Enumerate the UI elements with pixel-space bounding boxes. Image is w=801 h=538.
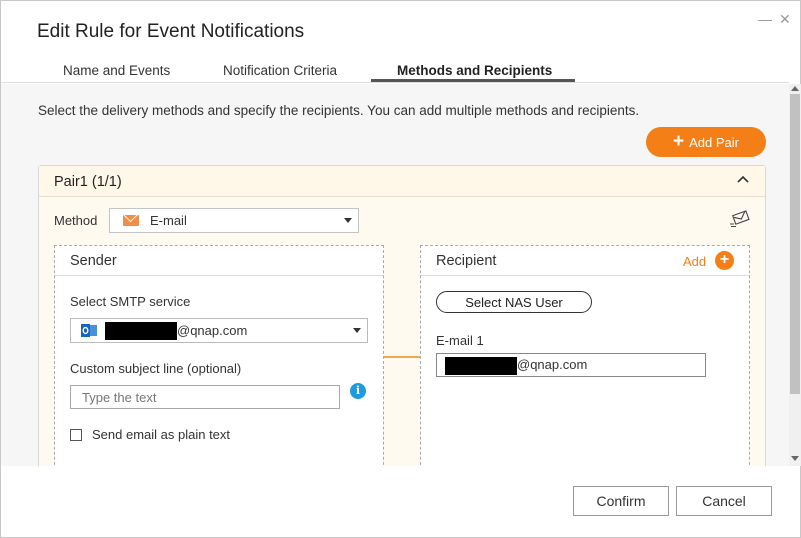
redacted-sender-address [105, 322, 177, 340]
smtp-select[interactable]: @qnap.com [70, 318, 368, 343]
add-circle-icon[interactable]: + [715, 251, 734, 270]
scroll-thumb[interactable] [790, 94, 800, 394]
mail-icon [123, 215, 139, 226]
scroll-up-icon[interactable] [791, 86, 799, 91]
dialog-title: Edit Rule for Event Notifications [37, 21, 305, 42]
recipient-header: Recipient Add + [421, 246, 749, 276]
smtp-value: @qnap.com [177, 323, 248, 338]
minimize-icon[interactable]: — [758, 11, 772, 27]
email-1-label: E-mail 1 [436, 333, 484, 348]
subject-label: Custom subject line (optional) [70, 361, 242, 376]
chevron-up-icon[interactable] [736, 173, 750, 187]
tab-methods-and-recipients[interactable]: Methods and Recipients [397, 63, 552, 78]
outlook-icon [81, 324, 97, 337]
email-1-value: @qnap.com [517, 357, 588, 372]
sender-recipient-connector [384, 356, 420, 358]
recipient-title: Recipient [436, 253, 497, 269]
dropdown-arrow-icon [344, 218, 352, 223]
scrollbar[interactable] [789, 84, 801, 466]
active-tab-indicator [371, 79, 575, 82]
cancel-button[interactable]: Cancel [676, 486, 772, 516]
redacted-recipient-address [445, 357, 517, 375]
confirm-button[interactable]: Confirm [573, 486, 669, 516]
sender-title: Sender [70, 253, 117, 269]
tab-name-and-events[interactable]: Name and Events [63, 63, 170, 78]
test-send-icon[interactable] [729, 210, 751, 228]
scroll-down-icon[interactable] [791, 456, 799, 461]
method-select[interactable]: E-mail [109, 208, 359, 233]
smtp-label: Select SMTP service [70, 294, 191, 309]
plain-text-checkbox[interactable] [70, 429, 82, 441]
dropdown-arrow-icon [353, 328, 361, 333]
pair-title: Pair1 (1/1) [54, 174, 122, 190]
add-pair-label: Add Pair [689, 134, 739, 150]
content-area: Select the delivery methods and specify … [1, 84, 789, 466]
pair-panel: Pair1 (1/1) Method E-mail Sender Select … [38, 165, 766, 466]
method-label: Method [54, 213, 98, 228]
pair-header[interactable]: Pair1 (1/1) [39, 166, 765, 197]
sender-box: Sender Select SMTP service @qnap.com Cus… [54, 245, 384, 466]
tab-notification-criteria[interactable]: Notification Criteria [223, 63, 337, 78]
recipient-box: Recipient Add + Select NAS User E-mail 1… [420, 245, 750, 466]
plus-icon: + [673, 131, 685, 152]
select-nas-user-button[interactable]: Select NAS User [436, 291, 592, 313]
add-recipient-label[interactable]: Add [683, 254, 706, 269]
method-value: E-mail [150, 213, 187, 228]
info-icon[interactable]: i [350, 383, 366, 399]
subject-input[interactable] [70, 385, 340, 409]
add-pair-button[interactable]: + Add Pair [646, 127, 766, 157]
plain-text-label: Send email as plain text [92, 427, 231, 442]
intro-text: Select the delivery methods and specify … [38, 103, 640, 118]
edit-rule-dialog: Edit Rule for Event Notifications — ✕ Na… [0, 0, 801, 538]
tab-bar: Name and Events Notification Criteria Me… [1, 59, 789, 83]
close-icon[interactable]: ✕ [779, 11, 791, 28]
email-1-input[interactable]: @qnap.com [436, 353, 706, 377]
sender-header: Sender [55, 246, 383, 276]
